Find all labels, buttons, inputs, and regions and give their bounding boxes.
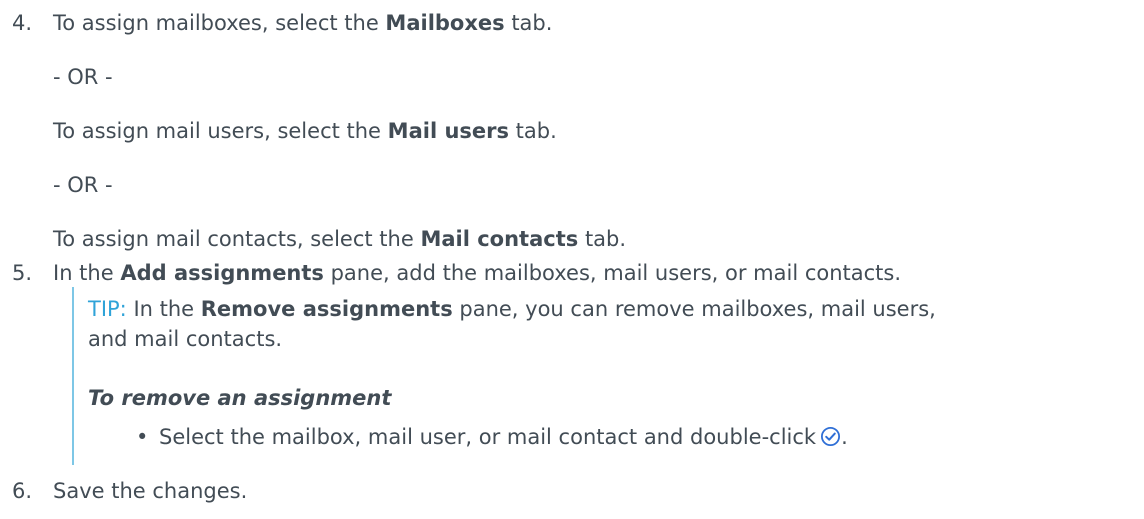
mail-contacts-tab-ref: Mail contacts xyxy=(420,227,579,251)
step-4-line1-post: tab. xyxy=(504,11,553,35)
bullet-symbol: • xyxy=(136,425,149,449)
add-assignments-pane-ref: Add assignments xyxy=(120,261,324,285)
procedure-title: To remove an assignment xyxy=(88,386,392,410)
bullet-item: Select the mailbox, mail user, or mail c… xyxy=(159,424,848,450)
step-number-4: 4. xyxy=(12,11,33,35)
bullet-end: . xyxy=(841,425,848,449)
step-4-line2-post: tab. xyxy=(509,119,557,143)
step-4-line-mail-contacts: To assign mail contacts, select the Mail… xyxy=(53,226,626,252)
check-circle-icon xyxy=(820,426,841,447)
tip-border xyxy=(72,287,74,465)
bullet-text: Select the mailbox, mail user, or mail c… xyxy=(159,425,817,449)
mail-users-tab-ref: Mail users xyxy=(387,119,509,143)
step-4-line-mailboxes: To assign mailboxes, select the Mailboxe… xyxy=(53,10,552,36)
tip-line-1: TIP: In the Remove assignments pane, you… xyxy=(88,296,936,322)
mailboxes-tab-ref: Mailboxes xyxy=(385,11,505,35)
or-separator-1: - OR - xyxy=(53,65,113,89)
step-4-line3-post: tab. xyxy=(578,227,627,251)
step-4-line1-pre: To assign mailboxes, select the xyxy=(53,11,386,35)
step-number-6: 6. xyxy=(12,479,33,503)
tip-post: pane, you can remove mailboxes, mail use… xyxy=(452,297,936,321)
tip-pre: In the xyxy=(126,297,201,321)
step-number-5: 5. xyxy=(12,261,33,285)
tip-line-2: and mail contacts. xyxy=(88,327,283,351)
step-5-post: pane, add the mailboxes, mail users, or … xyxy=(323,261,902,285)
step-6-text: Save the changes. xyxy=(53,479,248,503)
tip-label: TIP: xyxy=(88,297,127,321)
remove-assignments-pane-ref: Remove assignments xyxy=(200,297,453,321)
step-5-text: In the Add assignments pane, add the mai… xyxy=(53,260,901,286)
step-4-line3-pre: To assign mail contacts, select the xyxy=(53,227,421,251)
or-separator-2: - OR - xyxy=(53,173,113,197)
step-5-pre: In the xyxy=(53,261,121,285)
step-4-line2-pre: To assign mail users, select the xyxy=(53,119,388,143)
step-4-line-mail-users: To assign mail users, select the Mail us… xyxy=(53,118,557,144)
